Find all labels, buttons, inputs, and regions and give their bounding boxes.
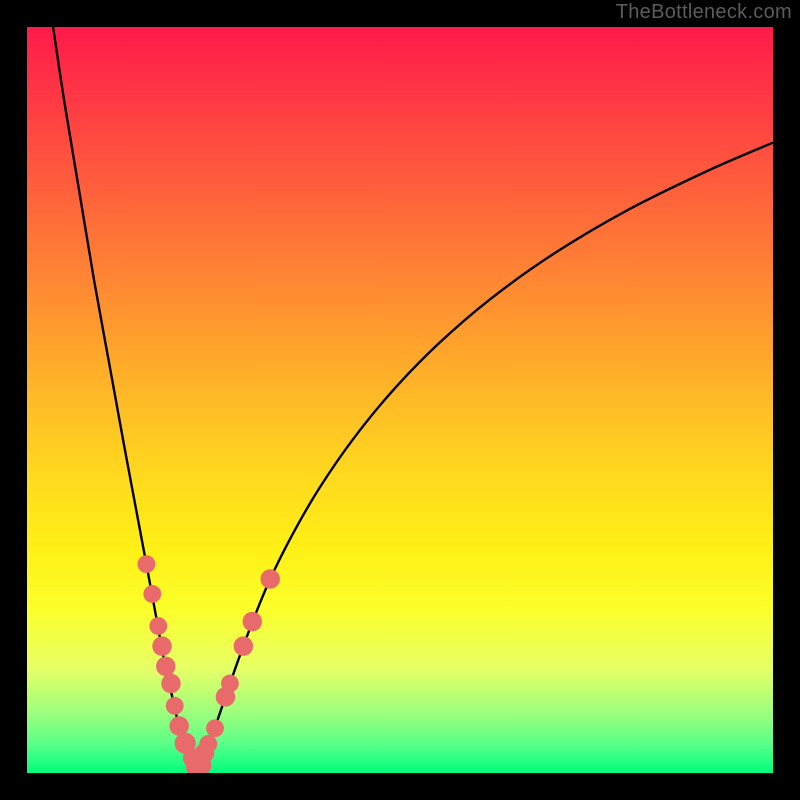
scatter-dot	[166, 697, 184, 715]
scatter-dot	[137, 555, 155, 573]
scatter-dot	[234, 636, 253, 655]
chart-frame	[27, 27, 773, 773]
chart-svg	[27, 27, 773, 773]
scatter-dot	[156, 657, 175, 676]
scatter-dot	[143, 585, 161, 603]
watermark-text: TheBottleneck.com	[616, 1, 792, 24]
scatter-dot	[161, 674, 180, 693]
scatter-dot	[199, 735, 217, 753]
scatter-dot	[149, 617, 167, 635]
scatter-dot	[152, 636, 171, 655]
scatter-dot	[260, 569, 279, 588]
scatter-group	[137, 555, 280, 773]
scatter-dot	[243, 612, 262, 631]
curve-right	[199, 143, 773, 773]
scatter-dot	[221, 675, 239, 693]
curve-left	[53, 27, 198, 773]
scatter-dot	[206, 719, 224, 737]
